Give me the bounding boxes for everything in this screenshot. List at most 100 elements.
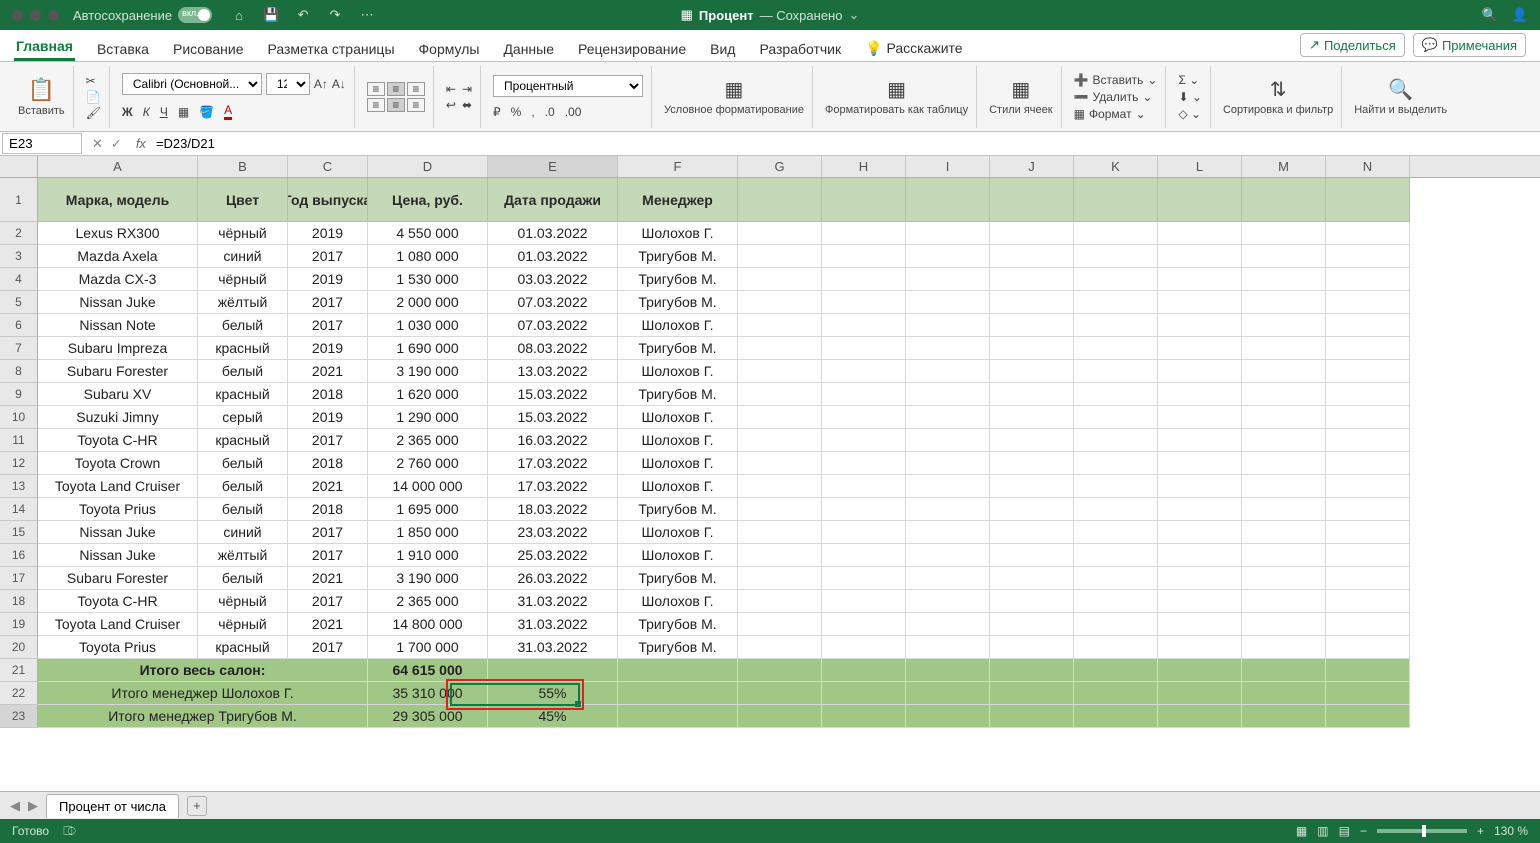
cell[interactable]: 01.03.2022 (488, 222, 618, 245)
cell[interactable] (1326, 705, 1410, 728)
cell[interactable] (822, 406, 906, 429)
cell[interactable]: 07.03.2022 (488, 291, 618, 314)
cell[interactable] (1242, 613, 1326, 636)
cell[interactable] (906, 475, 990, 498)
cell[interactable]: белый (198, 452, 288, 475)
cell[interactable]: 2017 (288, 245, 368, 268)
cell[interactable]: 2021 (288, 475, 368, 498)
cell[interactable] (1326, 383, 1410, 406)
cell[interactable]: Тригубов М. (618, 636, 738, 659)
cell[interactable]: 2019 (288, 268, 368, 291)
cell[interactable]: чёрный (198, 268, 288, 291)
col-header-J[interactable]: J (990, 156, 1074, 177)
cell[interactable] (1242, 245, 1326, 268)
cell[interactable] (906, 452, 990, 475)
cell[interactable] (990, 245, 1074, 268)
cell[interactable]: 2017 (288, 291, 368, 314)
font-name-select[interactable]: Calibri (Основной... (122, 73, 262, 95)
cell[interactable] (1158, 613, 1242, 636)
cell[interactable] (1326, 659, 1410, 682)
cell[interactable] (822, 178, 906, 222)
cell[interactable] (990, 452, 1074, 475)
increase-font-icon[interactable]: A↑ (314, 77, 328, 91)
cell[interactable] (1242, 475, 1326, 498)
cell[interactable] (1326, 452, 1410, 475)
cell[interactable]: 2 365 000 (368, 429, 488, 452)
cell[interactable]: Toyota Prius (38, 636, 198, 659)
cell[interactable] (822, 544, 906, 567)
cell[interactable] (1074, 406, 1158, 429)
cell[interactable]: 2019 (288, 222, 368, 245)
column-headers[interactable]: ABCDEFGHIJKLMN (38, 156, 1540, 178)
format-cells-button[interactable]: ▦Формат ⌄ (1074, 107, 1158, 121)
cell[interactable]: Тригубов М. (618, 245, 738, 268)
row-header[interactable]: 2 (0, 222, 38, 245)
view-pagebreak-icon[interactable]: ▤ (1339, 824, 1350, 838)
cell[interactable] (1074, 291, 1158, 314)
cell[interactable] (1326, 429, 1410, 452)
cell[interactable]: белый (198, 567, 288, 590)
cell[interactable] (906, 636, 990, 659)
cell[interactable] (1326, 498, 1410, 521)
decrease-decimal-icon[interactable]: .0 (545, 105, 555, 119)
cell[interactable]: белый (198, 360, 288, 383)
cell[interactable] (1158, 659, 1242, 682)
cell[interactable] (990, 222, 1074, 245)
cell[interactable]: жёлтый (198, 291, 288, 314)
cell[interactable] (738, 682, 822, 705)
cell[interactable]: Toyota Crown (38, 452, 198, 475)
row-header[interactable]: 6 (0, 314, 38, 337)
cell[interactable] (1158, 222, 1242, 245)
cut-icon[interactable]: ✂ (86, 74, 96, 88)
cell[interactable] (1074, 567, 1158, 590)
view-pagelayout-icon[interactable]: ▥ (1317, 824, 1328, 838)
cell[interactable]: 3 190 000 (368, 567, 488, 590)
cell[interactable]: 2017 (288, 429, 368, 452)
cell[interactable] (1326, 567, 1410, 590)
cell[interactable] (738, 613, 822, 636)
cell[interactable]: Менеджер (618, 178, 738, 222)
sort-filter-group[interactable]: ⇅ Сортировка и фильтр (1215, 66, 1342, 128)
cell[interactable]: 23.03.2022 (488, 521, 618, 544)
cell[interactable] (1158, 590, 1242, 613)
cell[interactable] (1074, 613, 1158, 636)
cell[interactable] (1074, 544, 1158, 567)
borders-icon[interactable]: ▦ (178, 105, 189, 119)
cell[interactable] (738, 475, 822, 498)
cell[interactable]: чёрный (198, 613, 288, 636)
cell[interactable]: белый (198, 475, 288, 498)
cell[interactable]: 14 800 000 (368, 613, 488, 636)
cell[interactable] (906, 406, 990, 429)
formula-input[interactable]: =D23/D21 (152, 134, 1540, 153)
cell[interactable] (1242, 544, 1326, 567)
tab-view[interactable]: Вид (708, 35, 737, 61)
col-header-E[interactable]: E (488, 156, 618, 177)
cell[interactable]: 31.03.2022 (488, 590, 618, 613)
cell[interactable] (906, 705, 990, 728)
cell[interactable] (822, 682, 906, 705)
cell[interactable] (906, 245, 990, 268)
cell[interactable] (1242, 406, 1326, 429)
row-header[interactable]: 22 (0, 682, 38, 705)
cell[interactable]: 31.03.2022 (488, 613, 618, 636)
cell[interactable] (1074, 498, 1158, 521)
cell[interactable]: Subaru XV (38, 383, 198, 406)
cell[interactable] (1326, 636, 1410, 659)
row-headers[interactable]: 1234567891011121314151617181920212223 (0, 178, 38, 728)
cell[interactable] (1326, 682, 1410, 705)
cell[interactable] (822, 498, 906, 521)
cell[interactable] (1158, 636, 1242, 659)
cell[interactable] (1158, 314, 1242, 337)
cell[interactable] (738, 245, 822, 268)
cell[interactable] (1326, 314, 1410, 337)
cell[interactable]: Шолохов Г. (618, 590, 738, 613)
autosave[interactable]: Автосохранение вкл. (73, 7, 212, 23)
cell[interactable]: Toyota C-HR (38, 590, 198, 613)
sheet-tab[interactable]: Процент от числа (46, 794, 179, 818)
cell[interactable] (1242, 659, 1326, 682)
cell[interactable] (1074, 245, 1158, 268)
cell[interactable]: Subaru Forester (38, 567, 198, 590)
cell[interactable] (822, 291, 906, 314)
more-icon[interactable]: ⋯ (358, 6, 376, 24)
row-header[interactable]: 5 (0, 291, 38, 314)
